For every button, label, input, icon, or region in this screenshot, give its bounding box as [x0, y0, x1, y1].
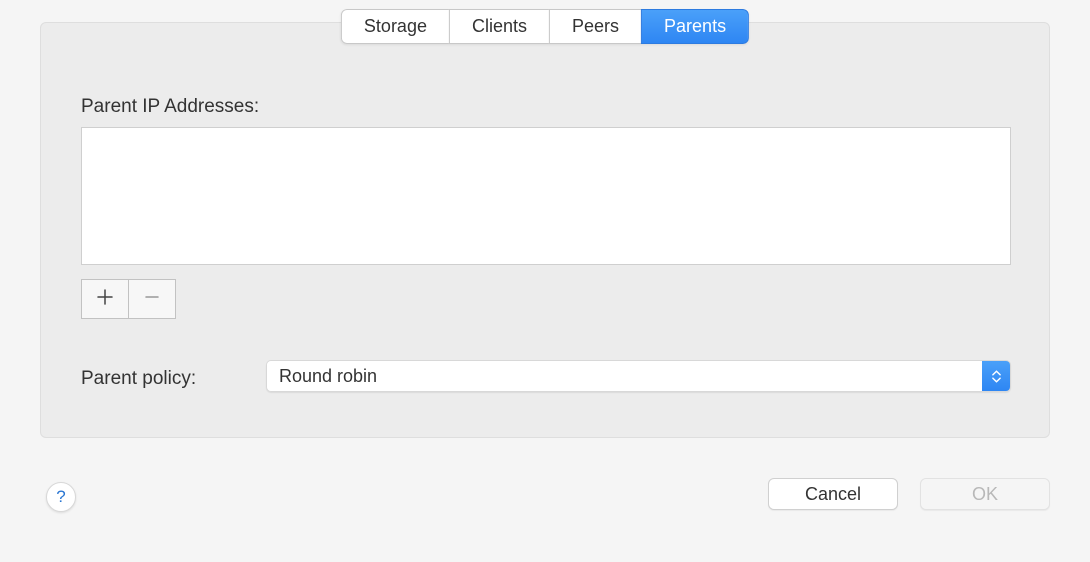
- tab-peers[interactable]: Peers: [549, 9, 642, 44]
- parent-policy-value: Round robin: [267, 361, 982, 391]
- tab-bar: Storage Clients Peers Parents: [341, 9, 749, 44]
- help-button[interactable]: ?: [46, 482, 76, 512]
- minus-icon: [143, 288, 161, 311]
- tab-parents[interactable]: Parents: [641, 9, 749, 44]
- cancel-button[interactable]: Cancel: [768, 478, 898, 510]
- dialog-buttons: Cancel OK: [768, 478, 1050, 510]
- help-icon: ?: [56, 487, 65, 507]
- parent-policy-label: Parent policy:: [81, 368, 196, 390]
- add-remove-group: [81, 279, 176, 319]
- parent-ip-listbox[interactable]: [81, 127, 1011, 265]
- parent-ip-label: Parent IP Addresses:: [81, 96, 259, 118]
- remove-button[interactable]: [128, 279, 176, 319]
- ok-button: OK: [920, 478, 1050, 510]
- tab-storage[interactable]: Storage: [341, 9, 450, 44]
- settings-panel: Storage Clients Peers Parents Parent IP …: [40, 22, 1050, 438]
- add-button[interactable]: [81, 279, 129, 319]
- select-stepper-icon: [982, 361, 1010, 391]
- parent-policy-select[interactable]: Round robin: [266, 360, 1011, 392]
- tab-clients[interactable]: Clients: [449, 9, 550, 44]
- plus-icon: [96, 288, 114, 311]
